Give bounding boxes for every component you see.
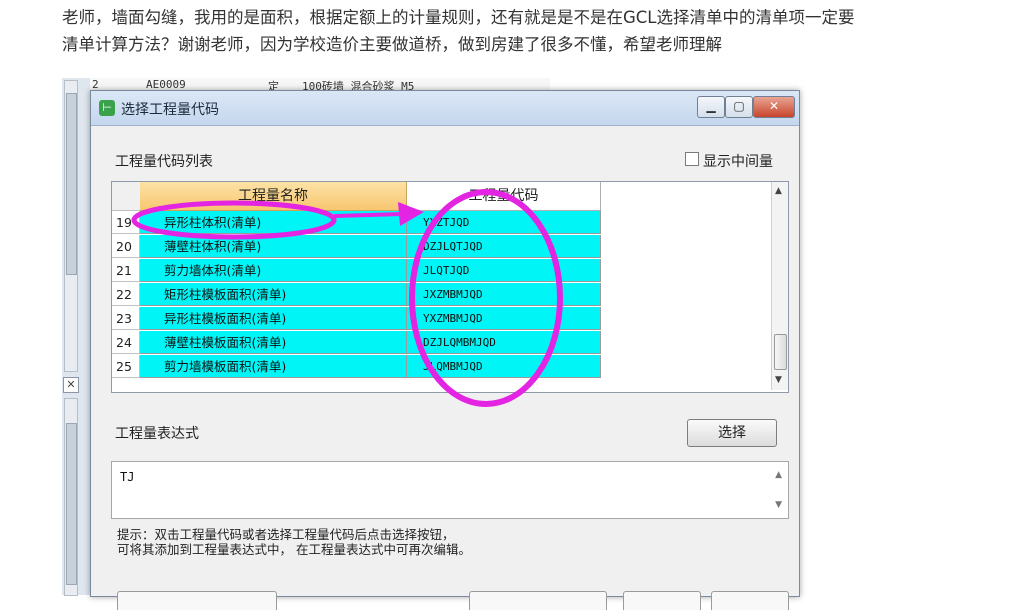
row-number: 24	[112, 331, 140, 354]
quantity-name-cell[interactable]: 薄壁柱模板面积(清单)	[140, 331, 407, 354]
quantity-code-cell[interactable]: DZJLQTJQD	[407, 235, 601, 258]
maximize-button[interactable]: ▢	[725, 96, 753, 118]
row-number: 22	[112, 283, 140, 306]
row-number: 23	[112, 307, 140, 330]
scroll-up-arrow-icon[interactable]: ▲	[775, 186, 782, 196]
close-button[interactable]: ✕	[753, 96, 795, 118]
quantity-name-cell[interactable]: 异形柱体积(清单)	[140, 211, 407, 234]
table-row[interactable]: 19 异形柱体积(清单) YXZTJQD	[112, 211, 601, 235]
expression-scroll-down-icon[interactable]: ▼	[775, 500, 782, 510]
bottom-button-3[interactable]	[623, 591, 701, 610]
bottom-button-4[interactable]	[711, 591, 789, 610]
question-line-1: 老师，墙面勾缝，我用的是面积，根据定额上的计量规则，还有就是是不是在GCL选择清…	[62, 8, 855, 27]
show-intermediate-label[interactable]: 显示中间量	[703, 151, 773, 171]
select-quantity-code-dialog: ⊢ 选择工程量代码 ▁ ▢ ✕ 工程量代码列表 显示中间量 工程量名称 工程量代…	[90, 90, 800, 610]
column-header-code[interactable]: 工程量代码	[407, 182, 601, 211]
quantity-code-cell[interactable]: JLQTJQD	[407, 259, 601, 282]
table-row[interactable]: 22 矩形柱模板面积(清单) JXZMBMJQD	[112, 283, 601, 307]
background-scroll-thumb-lower[interactable]	[66, 423, 77, 585]
expression-value: TJ	[120, 470, 135, 484]
code-list-label: 工程量代码列表	[115, 154, 213, 170]
quantity-name-cell[interactable]: 矩形柱模板面积(清单)	[140, 283, 407, 306]
quantity-code-cell[interactable]: JXZMBMJQD	[407, 283, 601, 306]
row-number: 25	[112, 355, 140, 378]
expression-input[interactable]: TJ ▲ ▼	[111, 461, 789, 519]
quantity-code-cell[interactable]: YXZTJQD	[407, 211, 601, 234]
quantity-code-cell[interactable]: JLQMBMJQD	[407, 355, 601, 378]
expression-label: 工程量表达式	[115, 426, 199, 442]
background-scrollbar-upper[interactable]	[64, 80, 78, 372]
table-scroll-thumb[interactable]	[774, 334, 787, 370]
quantity-name-cell[interactable]: 剪力墙体积(清单)	[140, 259, 407, 282]
bottom-button-1[interactable]	[117, 591, 277, 610]
dialog-titlebar[interactable]: ⊢ 选择工程量代码 ▁ ▢ ✕	[91, 91, 799, 126]
row-number-header	[112, 182, 141, 211]
hint-line-2: 可将其添加到工程量表达式中， 在工程量表达式中可再次编辑。	[117, 542, 471, 557]
table-row[interactable]: 25 剪力墙模板面积(清单) JLQMBMJQD	[112, 355, 601, 379]
background-scrollbar-lower[interactable]	[64, 398, 78, 596]
quantity-code-cell[interactable]: YXZMBMJQD	[407, 307, 601, 330]
table-row[interactable]: 23 异形柱模板面积(清单) YXZMBMJQD	[112, 307, 601, 331]
hint-text: 提示：双击工程量代码或者选择工程量代码后点击选择按钮， 可将其添加到工程量表达式…	[117, 527, 471, 557]
question-text: 老师，墙面勾缝，我用的是面积，根据定额上的计量规则，还有就是是不是在GCL选择清…	[62, 4, 1014, 58]
close-icon[interactable]: ✕	[63, 377, 79, 393]
app-icon: ⊢	[99, 100, 115, 116]
table-row[interactable]: 20 薄壁柱体积(清单) DZJLQTJQD	[112, 235, 601, 259]
hint-line-1: 提示：双击工程量代码或者选择工程量代码后点击选择按钮，	[117, 527, 455, 542]
background-scroll-thumb[interactable]	[66, 93, 77, 275]
quantity-name-cell[interactable]: 异形柱模板面积(清单)	[140, 307, 407, 330]
minimize-button[interactable]: ▁	[697, 96, 725, 118]
select-button[interactable]: 选择	[687, 419, 777, 447]
quantity-code-cell[interactable]: DZJLQMBMJQD	[407, 331, 601, 354]
table-scrollbar[interactable]: ▲ ▼	[771, 182, 788, 390]
dialog-title: 选择工程量代码	[121, 102, 219, 118]
table-row[interactable]: 21 剪力墙体积(清单) JLQTJQD	[112, 259, 601, 283]
bottom-button-2[interactable]	[469, 591, 607, 610]
row-number: 21	[112, 259, 140, 282]
row-number: 19	[112, 211, 140, 234]
scroll-down-arrow-icon[interactable]: ▼	[775, 375, 782, 385]
quantity-name-cell[interactable]: 薄壁柱体积(清单)	[140, 235, 407, 258]
expression-scroll-up-icon[interactable]: ▲	[775, 470, 782, 480]
show-intermediate-checkbox[interactable]	[685, 152, 699, 166]
row-number: 20	[112, 235, 140, 258]
question-line-2: 清单计算方法？谢谢老师，因为学校造价主要做道桥，做到房建了很多不懂，希望老师理解	[62, 35, 722, 54]
table-row[interactable]: 24 薄壁柱模板面积(清单) DZJLQMBMJQD	[112, 331, 601, 355]
column-header-name[interactable]: 工程量名称	[140, 182, 407, 211]
quantity-name-cell[interactable]: 剪力墙模板面积(清单)	[140, 355, 407, 378]
quantity-code-table: 工程量名称 工程量代码 19 异形柱体积(清单) YXZTJQD 20 薄壁柱体积(清单…	[111, 181, 789, 393]
